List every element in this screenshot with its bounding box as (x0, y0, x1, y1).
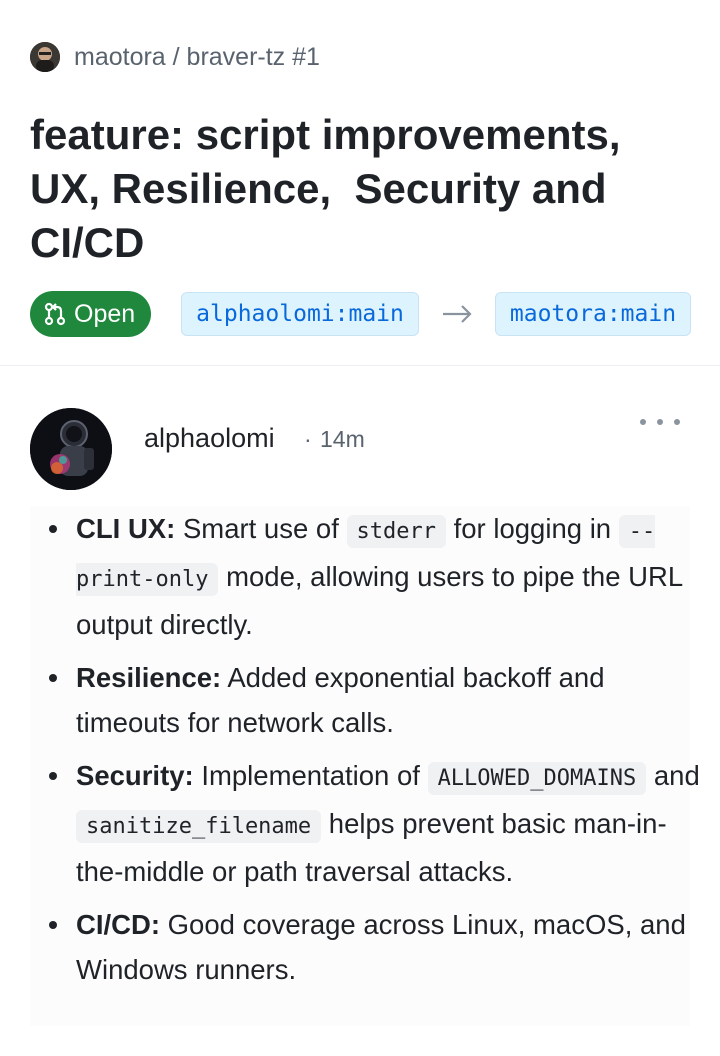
list-item: Security: Implementation of ALLOWED_DOMA… (46, 753, 700, 894)
item-label: Resilience: (76, 662, 222, 693)
inline-code: ALLOWED_DOMAINS (427, 762, 647, 795)
repo-owner-avatar[interactable] (30, 42, 60, 72)
bullet-dot (49, 525, 57, 533)
item-label: CLI UX: (76, 513, 176, 544)
section-divider (0, 365, 720, 366)
item-label: CI/CD: (76, 909, 161, 940)
repo-breadcrumb[interactable]: maotora / braver-tz #1 (30, 40, 320, 74)
dot (640, 419, 646, 425)
state-badge-open: Open (30, 291, 152, 337)
time-separator: · (304, 426, 312, 452)
more-options-icon[interactable] (640, 412, 680, 432)
bullet-dot (49, 772, 57, 780)
item-text: for logging in (445, 513, 619, 544)
git-pull-request-icon (44, 302, 66, 326)
repo-path[interactable]: maotora / braver-tz #1 (74, 43, 320, 72)
item-text: and (646, 760, 700, 791)
comment-author[interactable]: alphaolomi (144, 423, 275, 454)
inline-code: stderr (346, 515, 446, 548)
item-text: Smart use of (175, 513, 347, 544)
item-text: Implementation of (193, 760, 428, 791)
dot (657, 419, 663, 425)
comment-body-list: CLI UX: Smart use of stderr for logging … (46, 506, 700, 1000)
state-label: Open (74, 299, 136, 328)
item-label: Security: (76, 760, 194, 791)
astronaut-avatar-icon (30, 408, 112, 490)
list-item: CLI UX: Smart use of stderr for logging … (46, 506, 700, 647)
pull-request-title: feature: script improvements, UX, Resili… (30, 111, 633, 266)
list-item: CI/CD: Good coverage across Linux, macOS… (46, 902, 700, 992)
base-branch[interactable]: maotora:main (494, 292, 692, 336)
dot (674, 419, 680, 425)
head-branch[interactable]: alphaolomi:main (181, 292, 419, 336)
list-item: Resilience: Added exponential backoff an… (46, 655, 700, 745)
bullet-dot (49, 674, 57, 682)
comment-timestamp: 14m (320, 426, 365, 452)
author-avatar[interactable] (30, 408, 112, 490)
avatar-image-icon (30, 42, 60, 72)
pr-meta-row: Open alphaolomi:main maotora:main (30, 291, 720, 337)
arrow-right-icon (419, 304, 495, 324)
item-text: Good coverage across Linux, macOS, and W… (76, 909, 686, 985)
bullet-dot (49, 921, 57, 929)
inline-code: sanitize_filename (76, 810, 322, 843)
